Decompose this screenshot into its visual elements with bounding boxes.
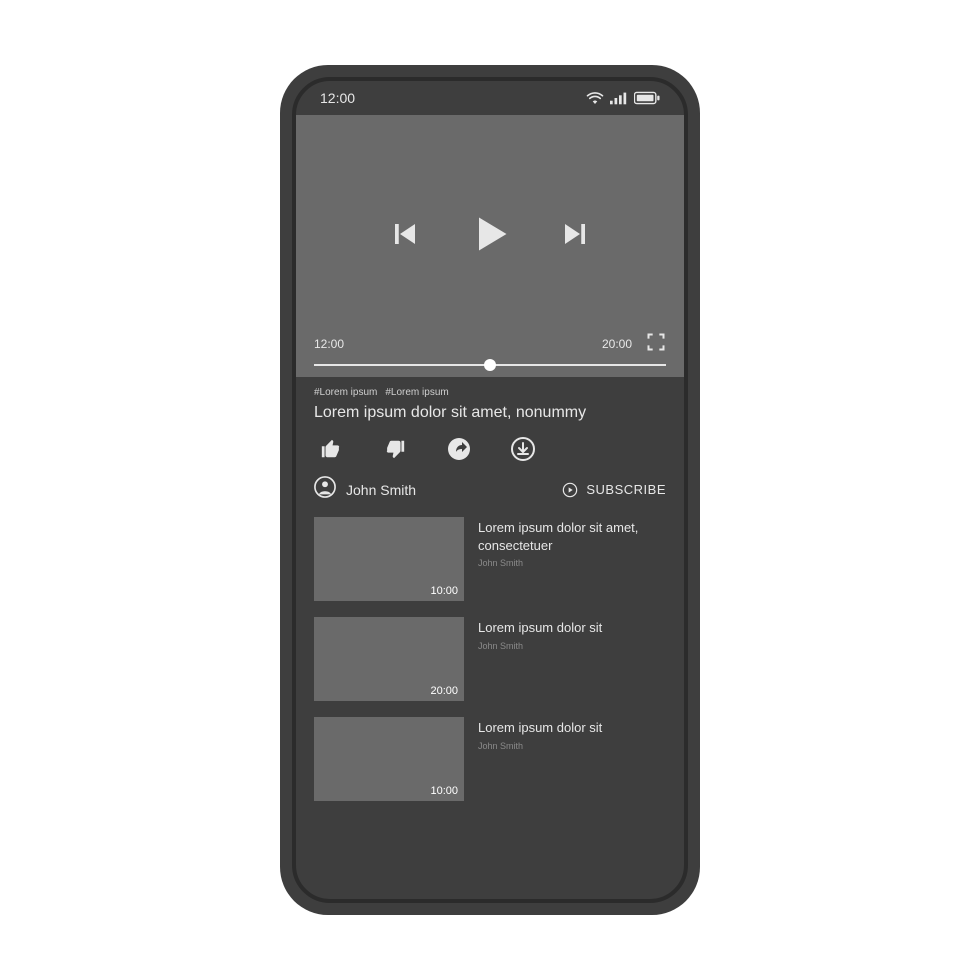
battery-icon <box>634 91 660 105</box>
related-author: John Smith <box>478 558 666 568</box>
status-icons <box>586 91 660 105</box>
subscribe-label: SUBSCRIBE <box>586 482 666 497</box>
video-player[interactable]: 12:00 20:00 <box>296 115 684 377</box>
seek-thumb[interactable] <box>484 359 496 371</box>
total-time: 20:00 <box>602 337 632 351</box>
related-list: 10:00 Lorem ipsum dolor sit amet, consec… <box>296 517 684 801</box>
hashtags[interactable]: #Lorem ipsum #Lorem ipsum <box>314 387 666 398</box>
thumbnail[interactable]: 10:00 <box>314 717 464 801</box>
avatar-icon[interactable] <box>314 476 336 503</box>
related-title: Lorem ipsum dolor sit amet, consectetuer <box>478 519 666 554</box>
video-details: #Lorem ipsum #Lorem ipsum Lorem ipsum do… <box>296 377 684 517</box>
fullscreen-icon[interactable] <box>646 332 666 355</box>
related-author: John Smith <box>478 741 602 751</box>
related-title: Lorem ipsum dolor sit <box>478 619 602 637</box>
thumbnail[interactable]: 20:00 <box>314 617 464 701</box>
signal-icon <box>610 91 628 105</box>
list-item[interactable]: 10:00 Lorem ipsum dolor sit amet, consec… <box>314 517 666 601</box>
duration-badge: 10:00 <box>430 785 458 797</box>
list-item[interactable]: 20:00 Lorem ipsum dolor sit John Smith <box>314 617 666 701</box>
channel-row: John Smith SUBSCRIBE <box>314 474 666 517</box>
phone-frame: 12:00 <box>280 65 700 915</box>
current-time: 12:00 <box>314 337 344 351</box>
share-icon[interactable] <box>446 436 472 462</box>
playback-controls <box>296 115 684 332</box>
duration-badge: 10:00 <box>430 585 458 597</box>
download-icon[interactable] <box>510 436 536 462</box>
play-icon[interactable] <box>468 212 512 256</box>
video-title: Lorem ipsum dolor sit amet, nonummy <box>314 404 666 422</box>
related-author: John Smith <box>478 641 602 651</box>
related-title: Lorem ipsum dolor sit <box>478 719 602 737</box>
like-icon[interactable] <box>318 436 344 462</box>
previous-icon[interactable] <box>390 219 420 249</box>
hashtag[interactable]: #Lorem ipsum <box>314 387 377 398</box>
channel-name[interactable]: John Smith <box>346 482 416 498</box>
time-row: 12:00 20:00 <box>296 332 684 357</box>
seek-bar[interactable] <box>296 357 684 377</box>
status-bar: 12:00 <box>296 81 684 115</box>
hashtag[interactable]: #Lorem ipsum <box>385 387 448 398</box>
dislike-icon[interactable] <box>382 436 408 462</box>
duration-badge: 20:00 <box>430 685 458 697</box>
thumbnail[interactable]: 10:00 <box>314 517 464 601</box>
screen: 12:00 <box>292 77 688 903</box>
list-item[interactable]: 10:00 Lorem ipsum dolor sit John Smith <box>314 717 666 801</box>
subscribe-button[interactable]: SUBSCRIBE <box>562 482 666 498</box>
wifi-icon <box>586 91 604 105</box>
action-row <box>314 434 666 474</box>
next-icon[interactable] <box>560 219 590 249</box>
status-time: 12:00 <box>320 90 355 106</box>
